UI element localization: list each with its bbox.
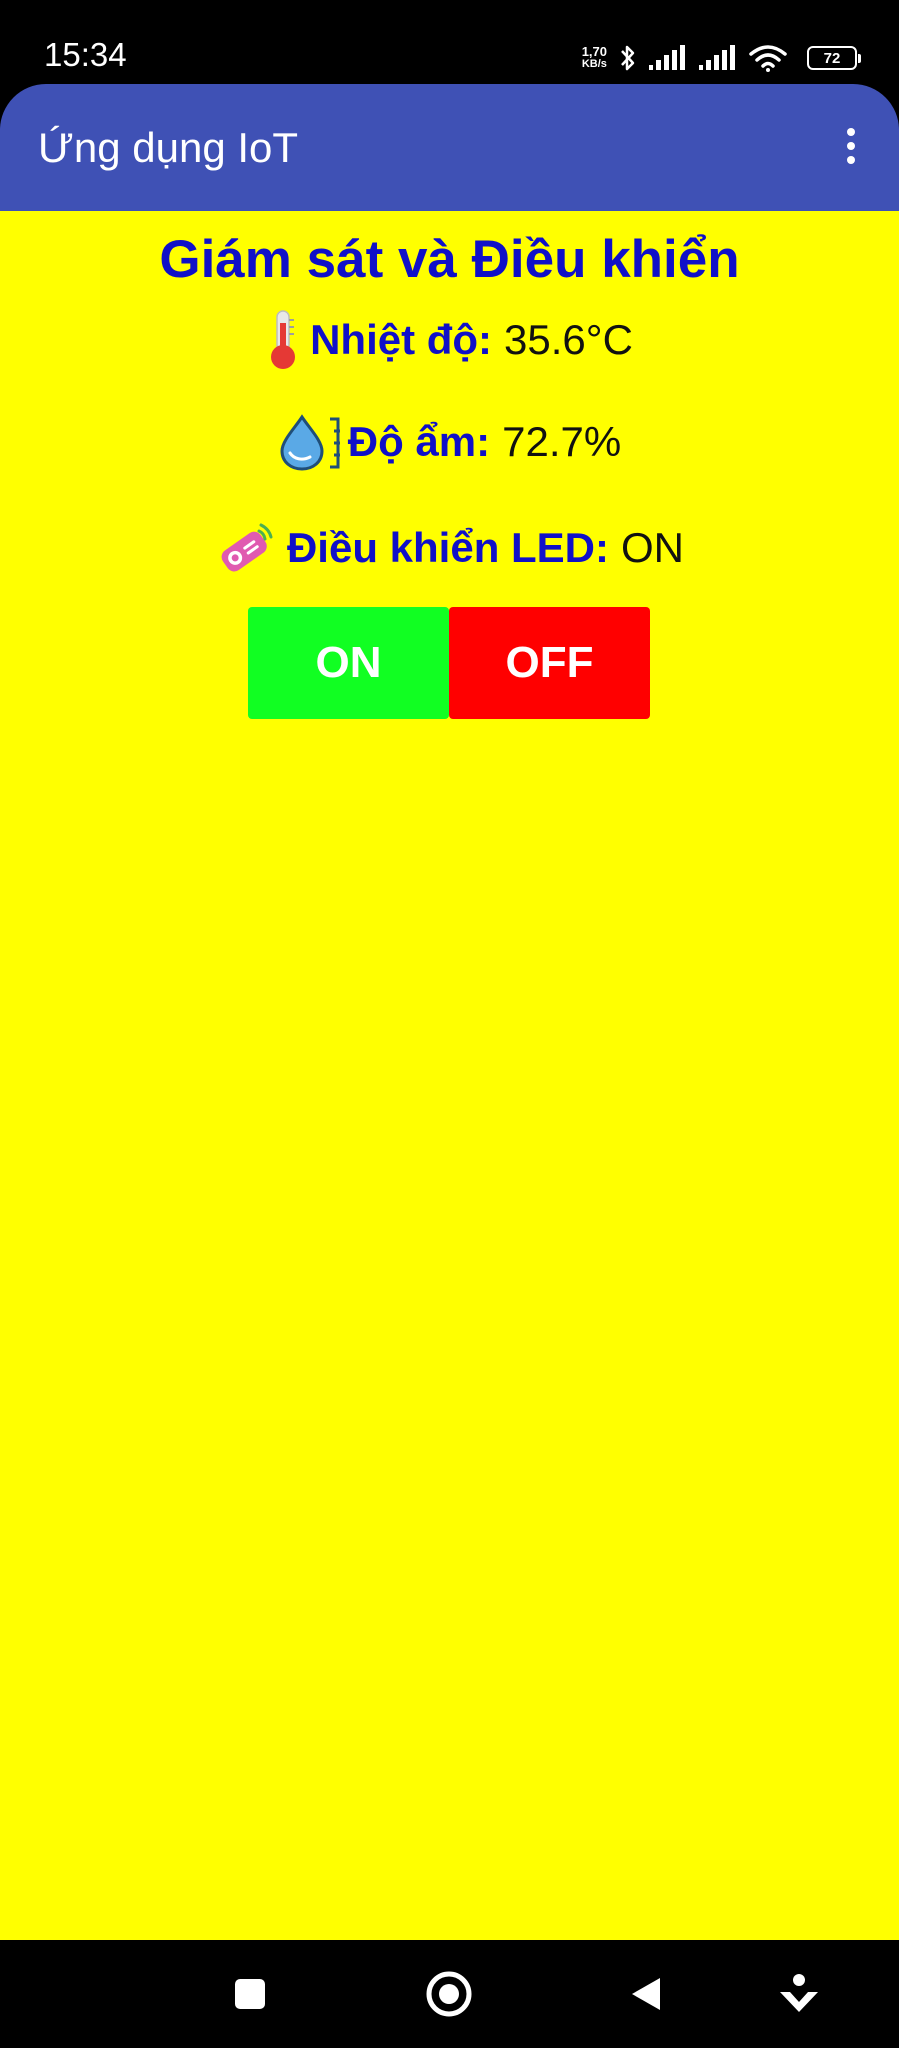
humidity-drop-icon: [278, 413, 344, 471]
led-control-row: Điều khiển LED: ON: [0, 517, 899, 579]
signal-icon: [649, 45, 687, 71]
humidity-value: 72.7%: [502, 418, 622, 465]
battery-level: 72: [823, 49, 841, 67]
status-bar: 15:34 1,70 KB/s 72: [0, 0, 899, 84]
temperature-row: Nhiệt độ: 35.6°C: [0, 309, 899, 371]
humidity-label: Độ ẩm:: [347, 418, 491, 465]
humidity-row: Độ ẩm: 72.7%: [0, 413, 899, 471]
temperature-value: 35.6°C: [504, 316, 633, 363]
main-content: Giám sát và Điều khiển Nhiệt độ: 35.6°C: [0, 211, 899, 1940]
navigation-bar: [0, 1940, 899, 2048]
network-speed-unit: KB/s: [581, 58, 607, 70]
thermometer-icon: [266, 309, 300, 371]
back-triangle-icon[interactable]: [618, 1966, 674, 2022]
led-status-value: ON: [621, 524, 685, 571]
led-off-button[interactable]: OFF: [449, 607, 650, 719]
led-buttons: ON OFF: [248, 607, 650, 719]
signal-icon: [699, 45, 737, 71]
wifi-icon: [749, 44, 787, 72]
phone-screen: 15:34 1,70 KB/s 72 Ứng dụng IoT Giám sát…: [0, 0, 899, 2048]
overflow-menu-icon[interactable]: [829, 118, 873, 174]
led-on-button[interactable]: ON: [248, 607, 449, 719]
network-speed-value: 1,70: [581, 44, 607, 59]
assistant-icon[interactable]: [771, 1966, 827, 2022]
bluetooth-icon: [619, 43, 637, 73]
page-title: Giám sát và Điều khiển: [159, 230, 740, 289]
recents-square-icon[interactable]: [222, 1966, 278, 2022]
remote-control-icon: [215, 517, 277, 579]
led-control-label: Điều khiển LED:: [286, 524, 610, 571]
battery-icon: 72: [807, 46, 861, 70]
status-icons: 1,70 KB/s 72: [582, 38, 861, 78]
app-bar: Ứng dụng IoT: [0, 84, 899, 211]
app-title: Ứng dụng IoT: [38, 124, 299, 171]
home-circle-icon[interactable]: [421, 1966, 477, 2022]
temperature-label: Nhiệt độ:: [310, 316, 493, 363]
network-speed: 1,70 KB/s: [582, 45, 607, 71]
status-time: 15:34: [44, 36, 127, 73]
